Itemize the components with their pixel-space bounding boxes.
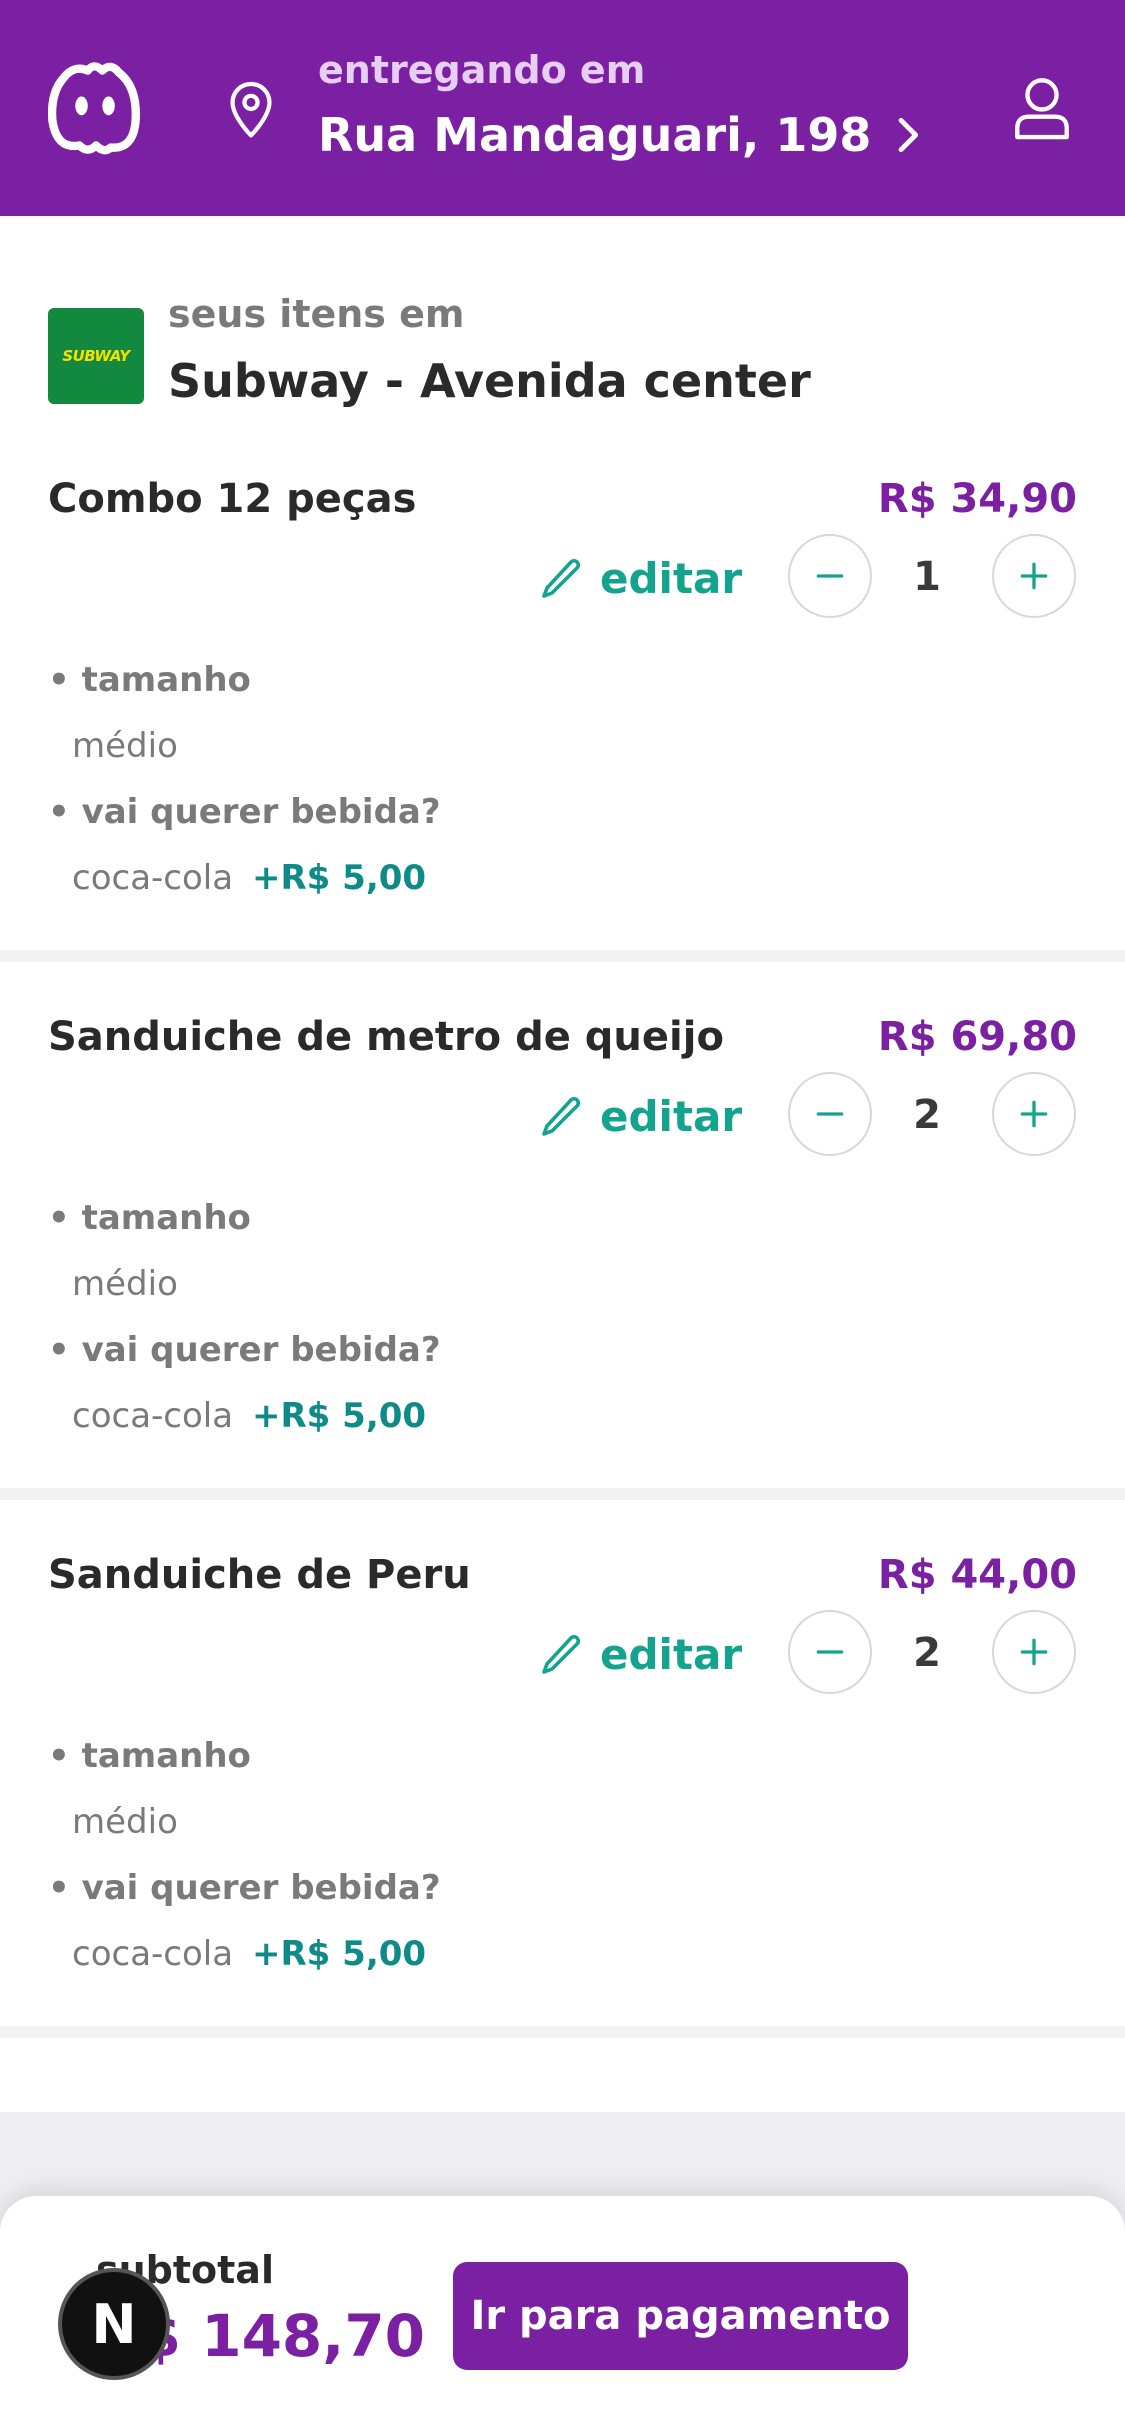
checkout-bar: subtotal R$ 148,70 N Ir para pagamento — [0, 2196, 1125, 2436]
item-price: R$ 44,00 — [877, 1552, 1077, 1598]
option-extra-price: +R$ 5,00 — [252, 1934, 427, 1974]
option-title: • tamanho — [48, 1198, 251, 1238]
option-value: médio — [72, 1802, 178, 1842]
option-value: médio — [72, 726, 178, 766]
option-title: • vai querer bebida? — [48, 792, 441, 832]
option-title: • vai querer bebida? — [48, 1330, 441, 1370]
dev-badge[interactable]: N — [58, 2268, 170, 2380]
location-pin-icon — [230, 81, 272, 138]
divider — [0, 1488, 1125, 1500]
increase-quantity-button[interactable] — [992, 1610, 1076, 1694]
address-text: Rua Mandaguari, 198 — [318, 108, 872, 162]
option-title: • tamanho — [48, 660, 251, 700]
cart-item: Sanduiche de metro de queijo R$ 69,80 ed… — [0, 1014, 1125, 1488]
item-name: Combo 12 peças — [48, 476, 417, 522]
option-value: coca-cola — [72, 1934, 234, 1974]
quantity-value: 2 — [913, 1630, 941, 1676]
plus-icon — [1020, 562, 1048, 590]
cart-item: Sanduiche de Peru R$ 44,00 editar 2 • ta… — [0, 1552, 1125, 2026]
option-value: coca-cola — [72, 1396, 234, 1436]
edit-label: editar — [600, 1092, 743, 1141]
item-price: R$ 69,80 — [877, 1014, 1077, 1060]
minus-icon — [816, 1650, 844, 1654]
edit-label: editar — [600, 1630, 743, 1679]
divider — [0, 2026, 1125, 2038]
edit-button[interactable]: editar — [538, 1092, 742, 1141]
user-icon[interactable] — [1012, 76, 1072, 140]
option-extra-price: +R$ 5,00 — [252, 1396, 427, 1436]
option-value: médio — [72, 1264, 178, 1304]
item-name: Sanduiche de metro de queijo — [48, 1014, 724, 1060]
decrease-quantity-button[interactable] — [788, 534, 872, 618]
edit-button[interactable]: editar — [538, 1630, 742, 1679]
store-subtitle: seus itens em — [168, 292, 465, 336]
edit-label: editar — [600, 554, 743, 603]
delivery-label: entregando em — [318, 48, 646, 92]
store-name: Subway - Avenida center — [168, 354, 811, 408]
store-logo: SUBWAY — [48, 308, 144, 404]
minus-icon — [816, 1112, 844, 1116]
pencil-icon — [542, 558, 581, 598]
edit-button[interactable]: editar — [538, 554, 742, 603]
store-info: SUBWAY seus itens em Subway - Avenida ce… — [48, 292, 1078, 412]
plus-icon — [1020, 1638, 1048, 1666]
option-extra-price: +R$ 5,00 — [252, 858, 427, 898]
option-title: • tamanho — [48, 1736, 251, 1776]
go-to-payment-button[interactable]: Ir para pagamento — [453, 2262, 908, 2370]
pencil-icon — [542, 1634, 581, 1674]
chevron-right-icon — [899, 117, 919, 153]
option-title: • vai querer bebida? — [48, 1868, 441, 1908]
quantity-value: 2 — [913, 1092, 941, 1138]
quantity-value: 1 — [913, 554, 941, 600]
item-name: Sanduiche de Peru — [48, 1552, 471, 1598]
pencil-icon — [542, 1096, 581, 1136]
address-selector[interactable]: Rua Mandaguari, 198 — [318, 108, 923, 162]
cart-item: Combo 12 peças R$ 34,90 editar 1 • taman… — [0, 476, 1125, 948]
mascot-logo-icon[interactable] — [42, 56, 146, 160]
minus-icon — [816, 574, 844, 578]
increase-quantity-button[interactable] — [992, 534, 1076, 618]
increase-quantity-button[interactable] — [992, 1072, 1076, 1156]
decrease-quantity-button[interactable] — [788, 1072, 872, 1156]
divider — [0, 950, 1125, 962]
option-value: coca-cola — [72, 858, 234, 898]
plus-icon — [1020, 1100, 1048, 1128]
app-header: entregando em Rua Mandaguari, 198 — [0, 0, 1125, 216]
decrease-quantity-button[interactable] — [788, 1610, 872, 1694]
item-price: R$ 34,90 — [877, 476, 1077, 522]
